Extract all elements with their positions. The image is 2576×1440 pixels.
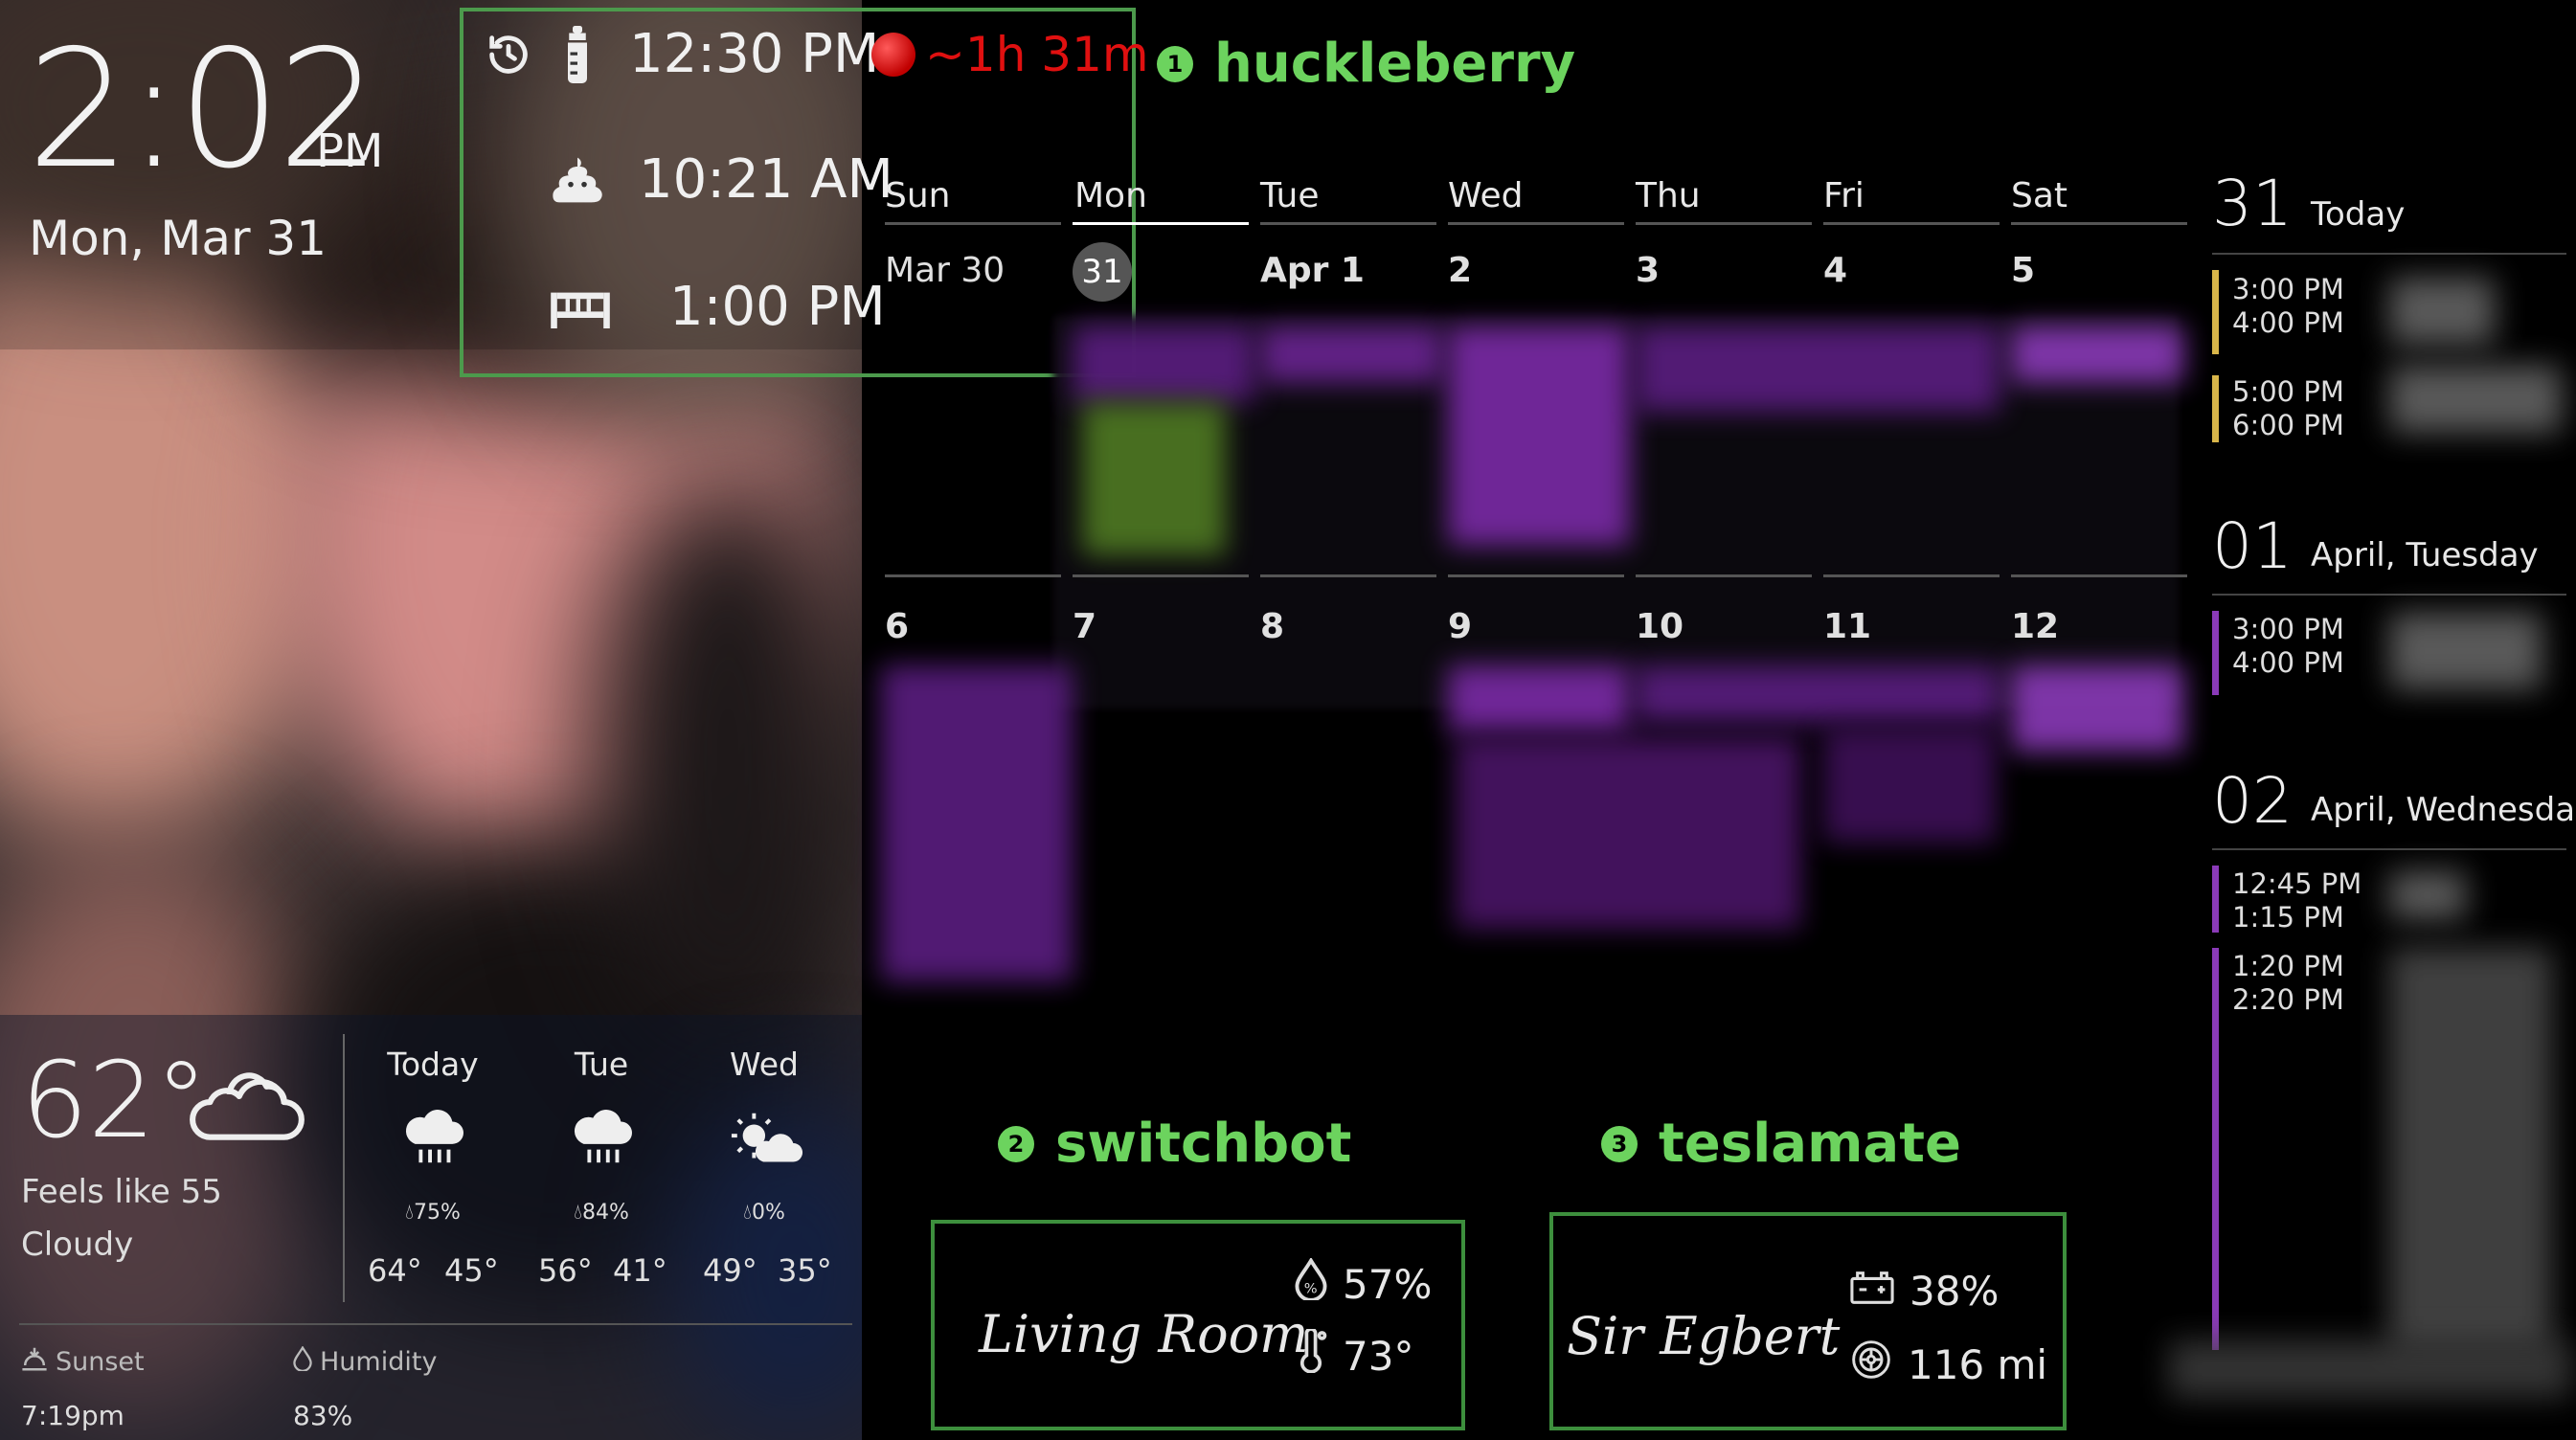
wheel-icon <box>1850 1339 1892 1390</box>
day-apr-11[interactable]: 11 <box>1823 607 1871 646</box>
forecast-low: 41° <box>613 1252 667 1289</box>
day-apr-5[interactable]: 5 <box>2011 251 2035 290</box>
forecast-day: Today <box>387 1046 479 1083</box>
switchbot-location-name: Living Room <box>979 1304 1309 1364</box>
section-huckleberry-header: 1 huckleberry <box>1157 33 1575 95</box>
tracker-row-sleep: 1:00 PM <box>551 276 886 338</box>
vehicle-range: 116 mi <box>1850 1339 2047 1390</box>
tracker-feed-time: 12:30 PM <box>629 23 880 85</box>
day-apr-4[interactable]: 4 <box>1823 251 1847 290</box>
day-name-sat: Sat <box>2011 176 2068 215</box>
rain-icon <box>400 1106 463 1175</box>
day-apr-3[interactable]: 3 <box>1636 251 1660 290</box>
day-name-thu: Thu <box>1636 176 1701 215</box>
clock-ampm: PM <box>316 124 384 178</box>
agenda-day-label: Today <box>2311 195 2406 234</box>
agenda-event-time[interactable]: 1:20 PM 2:20 PM <box>2232 950 2344 1017</box>
agenda-event-time[interactable]: 5:00 PM 6:00 PM <box>2232 375 2344 442</box>
forecast-day: Wed <box>730 1046 799 1083</box>
humidity-label: Humidity <box>293 1345 437 1378</box>
forecast-low: 45° <box>444 1252 499 1289</box>
poop-icon <box>551 155 604 205</box>
forecast-high: 64° <box>368 1252 422 1289</box>
section-number-badge: 3 <box>1601 1125 1638 1162</box>
vehicle-battery: 38% <box>1850 1268 1999 1315</box>
sunset-label: Sunset <box>21 1346 145 1378</box>
agenda-event-time[interactable]: 3:00 PM 4:00 PM <box>2232 273 2344 340</box>
forecast-high: 49° <box>703 1252 757 1289</box>
section-title: teslamate <box>1659 1113 1961 1175</box>
switchbot-humidity: % 57% <box>1295 1256 1432 1310</box>
vehicle-name: Sir Egbert <box>1567 1306 1841 1366</box>
forecast-precip: 💧︎84% <box>574 1201 629 1225</box>
cloudy-icon <box>187 1044 311 1153</box>
section-number-badge: 2 <box>998 1125 1034 1162</box>
today-badge[interactable]: 31 <box>1073 242 1132 302</box>
forecast-precip: 💧︎75% <box>405 1201 461 1225</box>
day-name-wed: Wed <box>1448 176 1524 215</box>
tracker-diaper-time: 10:21 AM <box>639 148 893 211</box>
forecast-high: 56° <box>538 1252 593 1289</box>
condition: Cloudy <box>21 1226 134 1264</box>
day-apr-6[interactable]: 6 <box>885 607 909 646</box>
day-apr-12[interactable]: 12 <box>2011 607 2059 646</box>
next-feed-alert: ~1h 31m <box>871 27 1149 82</box>
forecast-day: Tue <box>574 1046 629 1083</box>
event-color-bar <box>2212 270 2219 354</box>
humidity-drop-icon: % <box>1295 1256 1327 1310</box>
agenda-day-number: 02 <box>2212 764 2293 838</box>
thermometer-icon <box>1295 1327 1327 1383</box>
day-name-mon: Mon <box>1074 176 1147 215</box>
crib-icon <box>551 286 610 328</box>
day-name-tue: Tue <box>1260 176 1320 215</box>
tracker-sleep-time: 1:00 PM <box>669 276 886 338</box>
event-color-bar <box>2212 611 2219 695</box>
section-teslamate-header: 3 teslamate <box>1601 1113 1961 1175</box>
event-color-bar <box>2212 948 2219 1350</box>
tracker-row-feed: 12:30 PM <box>484 23 879 85</box>
humidity-icon <box>293 1345 312 1378</box>
next-feed-countdown: ~1h 31m <box>925 27 1149 82</box>
day-apr-10[interactable]: 10 <box>1636 607 1683 646</box>
forecast-precip: 💧︎0% <box>743 1201 785 1225</box>
switchbot-temperature: 73° <box>1295 1327 1413 1383</box>
clock-date: Mon, Mar 31 <box>29 211 328 266</box>
partly-cloudy-icon <box>730 1111 804 1176</box>
day-mar-30[interactable]: Mar 30 <box>885 251 1005 290</box>
svg-text:%: % <box>1304 1281 1318 1297</box>
history-icon <box>484 30 533 79</box>
tracker-row-diaper: 10:21 AM <box>551 148 893 211</box>
bottle-icon <box>560 25 595 83</box>
month-calendar: Sun Mon Tue Wed Thu Fri Sat Mar 30 Apr 1… <box>881 163 2198 1024</box>
sunset-icon <box>21 1346 48 1378</box>
red-dot-icon <box>871 33 915 77</box>
agenda-event-time[interactable]: 12:45 PM 1:15 PM <box>2232 867 2361 934</box>
day-name-fri: Fri <box>1823 176 1864 215</box>
day-apr-9[interactable]: 9 <box>1448 607 1472 646</box>
agenda-day-number: 31 <box>2212 167 2293 240</box>
agenda-event-time[interactable]: 3:00 PM 4:00 PM <box>2232 613 2344 680</box>
agenda-list: 31 Today 3:00 PM 4:00 PM 5:00 PM 6:00 PM 0… <box>2169 163 2576 1440</box>
battery-icon <box>1850 1268 1894 1315</box>
day-name-sun: Sun <box>885 176 951 215</box>
day-apr-7[interactable]: 7 <box>1073 607 1096 646</box>
sunset-value: 7:19pm <box>21 1400 124 1431</box>
agenda-day-number: 01 <box>2212 509 2293 583</box>
section-title: switchbot <box>1055 1113 1352 1175</box>
section-switchbot-header: 2 switchbot <box>998 1113 1351 1175</box>
agenda-day-label: April, Wednesda <box>2311 791 2576 829</box>
day-apr-2[interactable]: 2 <box>1448 251 1472 290</box>
day-apr-8[interactable]: 8 <box>1260 607 1284 646</box>
current-temperature: 62° <box>21 1039 208 1161</box>
event-color-bar <box>2212 866 2219 933</box>
event-color-bar <box>2212 375 2219 442</box>
feels-like: Feels like 55 <box>21 1173 222 1211</box>
rain-icon <box>569 1106 632 1175</box>
humidity-value: 83% <box>293 1400 353 1431</box>
section-title: huckleberry <box>1214 33 1576 95</box>
agenda-day-label: April, Tuesday <box>2311 536 2539 574</box>
forecast-low: 35° <box>778 1252 832 1289</box>
section-number-badge: 1 <box>1157 45 1193 82</box>
day-apr-1[interactable]: Apr 1 <box>1260 251 1365 290</box>
